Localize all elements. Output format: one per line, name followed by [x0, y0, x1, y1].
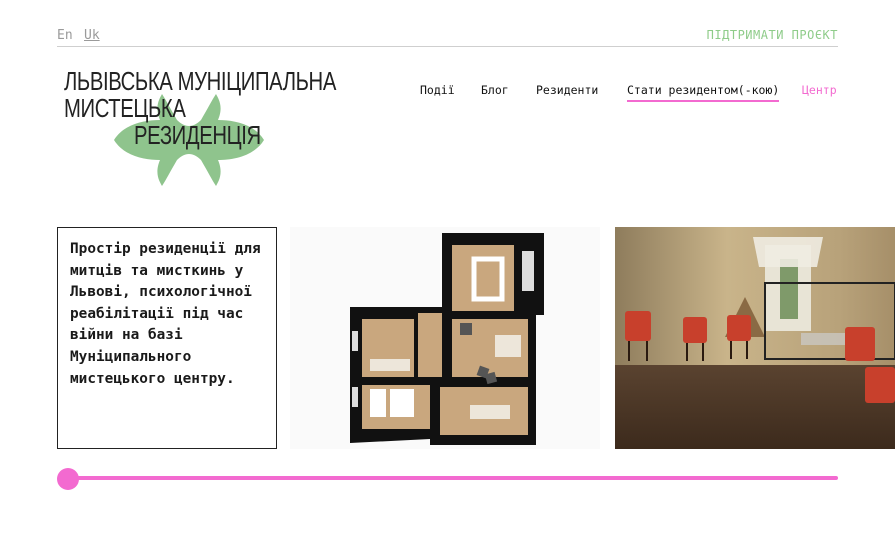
nav-center[interactable]: Центр — [802, 83, 837, 97]
room-photo-illustration — [615, 227, 895, 449]
site-logo[interactable]: ЛЬВІВСЬКА МУНІЦИПАЛЬНА МИСТЕЦЬКА РЕЗИДЕН… — [64, 68, 336, 188]
lang-en-link[interactable]: En — [57, 28, 73, 43]
logo-line-1: ЛЬВІВСЬКА МУНІЦИПАЛЬНА — [64, 66, 336, 96]
hero-description: Простір резиденції для митців та мисткин… — [70, 241, 261, 387]
floor-plan-drawing — [350, 233, 544, 445]
lang-uk-link[interactable]: Uk — [84, 28, 100, 43]
logo-line-2: МИСТЕЦЬКА — [64, 93, 186, 123]
nav-events[interactable]: Події — [420, 83, 455, 97]
floor-plan-image — [290, 227, 600, 449]
carousel-progress-track[interactable] — [68, 476, 838, 480]
carousel-slider-thumb[interactable] — [57, 468, 79, 490]
top-bar: En Uk ПІДТРИМАТИ ПРОЄКТ — [57, 28, 838, 47]
nav-residents[interactable]: Резиденти — [536, 83, 598, 97]
nav-blog[interactable]: Блог — [481, 83, 509, 97]
residence-room-photo — [615, 227, 895, 449]
logo-line-3: РЕЗИДЕНЦІЯ — [134, 120, 261, 150]
nav-become-resident[interactable]: Стати резидентом(-кою) — [627, 83, 780, 102]
support-project-link[interactable]: ПІДТРИМАТИ ПРОЄКТ — [707, 28, 838, 42]
hero-description-card: Простір резиденції для митців та мисткин… — [57, 227, 277, 449]
